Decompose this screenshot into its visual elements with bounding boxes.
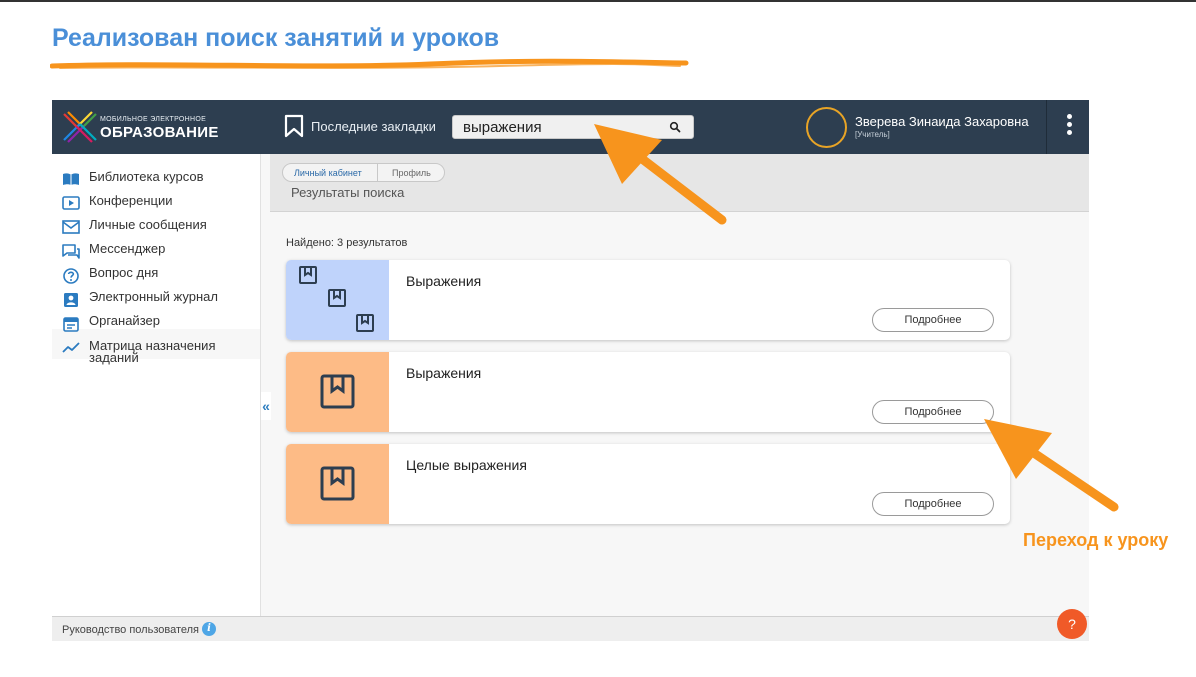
bookmark-box-icon [320,374,355,409]
sidebar-item-messenger[interactable]: Мессенджер [62,241,229,259]
slide-top-border [0,0,1196,2]
recent-bookmarks-button[interactable]: Последние закладки [284,113,436,139]
result-thumbnail [286,352,389,432]
recent-bookmarks-label: Последние закладки [311,118,436,134]
result-card: Выражения Подробнее [286,352,1010,432]
sidebar-item-task-matrix[interactable]: Матрица назначения заданий [62,338,229,365]
sidebar-item-question-of-day[interactable]: Вопрос дня [62,265,229,284]
annotation-arrow-search [594,124,727,225]
bookmark-pattern-icon [299,266,374,332]
book-icon [63,173,79,185]
breadcrumb-personal-account[interactable]: Личный кабинет [282,163,378,182]
annotation-arrow-details [984,419,1119,512]
result-title[interactable]: Выражения [406,365,481,381]
sidebar-collapse-button[interactable]: « [261,392,271,420]
calendar-icon [63,317,79,332]
sidebar: Библиотека курсов Конференции Личные соо… [52,154,261,616]
result-card: Выражения Подробнее [286,260,1010,340]
question-icon [63,268,79,284]
title-underline-stroke [50,58,689,69]
results-count: Найдено: 3 результатов [286,237,408,249]
sidebar-item-label: Мессенджер [89,241,166,256]
trend-line-icon [62,342,80,353]
result-thumbnail [286,444,389,524]
logo-title: ОБРАЗОВАНИЕ [100,124,219,141]
header-divider [1046,100,1047,154]
sidebar-item-journal[interactable]: Электронный журнал [62,289,229,308]
result-title[interactable]: Выражения [406,273,481,289]
sidebar-item-label: Электронный журнал [89,289,218,304]
result-thumbnail [286,260,389,340]
breadcrumb-profile[interactable]: Профиль [377,163,445,182]
logo-subtitle: МОБИЛЬНОЕ ЭЛЕКТРОННОЕ [100,116,207,123]
journal-icon [64,293,78,307]
sidebar-item-library[interactable]: Библиотека курсов [62,169,229,186]
sidebar-item-conferences[interactable]: Конференции [62,193,229,210]
annotation-label: Переход к уроку [1023,530,1169,550]
bookmark-box-icon [320,466,355,501]
app-window: МОБИЛЬНОЕ ЭЛЕКТРОННОЕ ОБРАЗОВАНИЕ Послед… [52,100,1089,641]
user-role: [Учитель] [855,130,890,139]
sidebar-item-label: Органайзер [89,313,160,328]
envelope-icon [62,220,80,234]
result-card: Целые выражения Подробнее [286,444,1010,524]
user-guide-link[interactable]: Руководство пользователя [62,624,199,636]
video-play-icon [62,196,80,210]
details-button[interactable]: Подробнее [872,492,994,516]
sidebar-item-label: Конференции [89,193,173,208]
chat-icon [62,244,80,259]
sidebar-item-label: Личные сообщения [89,217,207,232]
sidebar-item-organizer[interactable]: Органайзер [62,313,229,332]
slide-title: Реализован поиск занятий и уроков [52,24,500,52]
details-button[interactable]: Подробнее [872,400,994,424]
sidebar-item-messages[interactable]: Личные сообщения [62,217,229,234]
sidebar-item-label: Матрица назначения заданий [89,338,216,365]
user-name[interactable]: Зверева Зинаида Захаровна [855,114,1029,129]
bookmark-icon [284,114,304,138]
sidebar-item-label: Библиотека курсов [89,169,204,184]
help-button[interactable]: ? [1057,609,1087,639]
user-avatar[interactable] [806,107,847,148]
result-title[interactable]: Целые выражения [406,457,527,473]
more-menu-icon[interactable] [1064,114,1074,140]
details-button[interactable]: Подробнее [872,308,994,332]
sidebar-item-label: Вопрос дня [89,265,159,280]
page-title: Результаты поиска [291,185,405,200]
top-header: МОБИЛЬНОЕ ЭЛЕКТРОННОЕ ОБРАЗОВАНИЕ Послед… [52,100,1089,154]
logo-icon [63,111,97,143]
app-footer: Руководство пользователя i [52,616,1089,641]
info-icon[interactable]: i [202,622,216,636]
